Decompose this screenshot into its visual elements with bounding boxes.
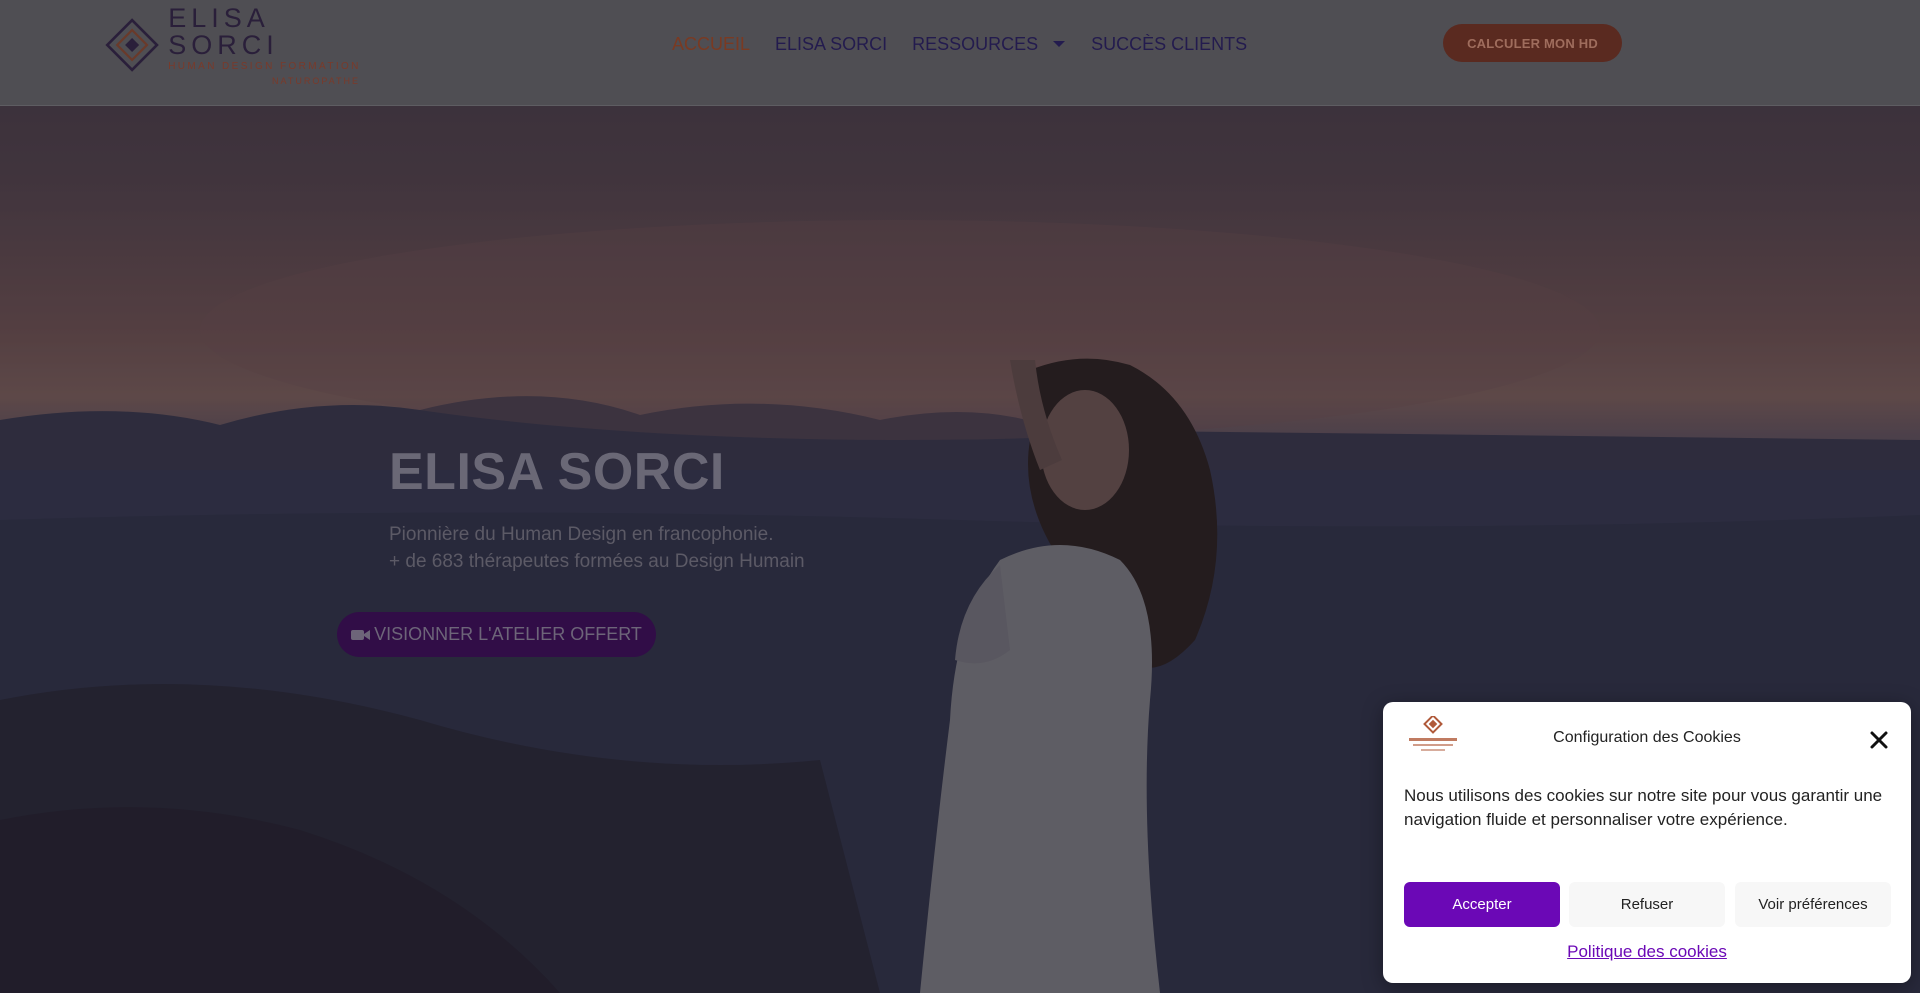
main-nav: ACCUEIL ELISA SORCI RESSOURCES SUCCÈS CL… (672, 30, 1272, 58)
cookie-policy-link[interactable]: Politique des cookies (1567, 942, 1727, 961)
hero-title: ELISA SORCI (389, 443, 725, 501)
calculate-hd-button[interactable]: CALCULER MON HD (1443, 24, 1622, 62)
cookie-policy-container: Politique des cookies (1383, 942, 1911, 962)
cookie-preferences-button[interactable]: Voir préférences (1735, 882, 1891, 927)
watch-workshop-button[interactable]: VISIONNER L'ATELIER OFFERT (337, 612, 656, 657)
logo-diamond-icon (105, 18, 159, 72)
nav-item-succes-clients[interactable]: SUCCÈS CLIENTS (1091, 34, 1247, 55)
hero-subtitle-line-1: Pionnière du Human Design en francophoni… (389, 524, 774, 545)
nav-item-ressources[interactable]: RESSOURCES (912, 34, 1066, 55)
hero-subtitle: Pionnière du Human Design en francophoni… (389, 521, 949, 575)
hero-subtitle-line-2: + de 683 thérapeutes formées au Design H… (389, 551, 805, 572)
caret-down-icon (1053, 41, 1066, 47)
logo-subtitle-2: NATUROPATHE (271, 75, 360, 86)
nav-item-accueil[interactable]: ACCUEIL (672, 34, 750, 55)
logo-text: ELISA SORCI HUMAN DESIGN FORMATION NATUR… (168, 2, 364, 86)
nav-item-ressources-label: RESSOURCES (912, 33, 1039, 54)
cookie-consent-dialog: Configuration des Cookies Nous utilisons… (1383, 702, 1911, 983)
cookie-dialog-message: Nous utilisons des cookies sur notre sit… (1404, 786, 1883, 829)
close-icon[interactable] (1869, 730, 1889, 750)
site-header: ELISA SORCI HUMAN DESIGN FORMATION NATUR… (0, 0, 1920, 106)
site-logo[interactable]: ELISA SORCI HUMAN DESIGN FORMATION NATUR… (104, 4, 364, 85)
video-camera-icon (351, 629, 371, 640)
watch-workshop-label: VISIONNER L'ATELIER OFFERT (374, 624, 642, 644)
logo-subtitle: HUMAN DESIGN FORMATION (168, 60, 361, 72)
nav-item-elisa-sorci[interactable]: ELISA SORCI (775, 34, 887, 55)
logo-name: ELISA SORCI (168, 2, 279, 60)
accept-cookies-button[interactable]: Accepter (1404, 882, 1560, 927)
refuse-cookies-button[interactable]: Refuser (1569, 882, 1725, 927)
cookie-dialog-title: Configuration des Cookies (1553, 729, 1741, 746)
